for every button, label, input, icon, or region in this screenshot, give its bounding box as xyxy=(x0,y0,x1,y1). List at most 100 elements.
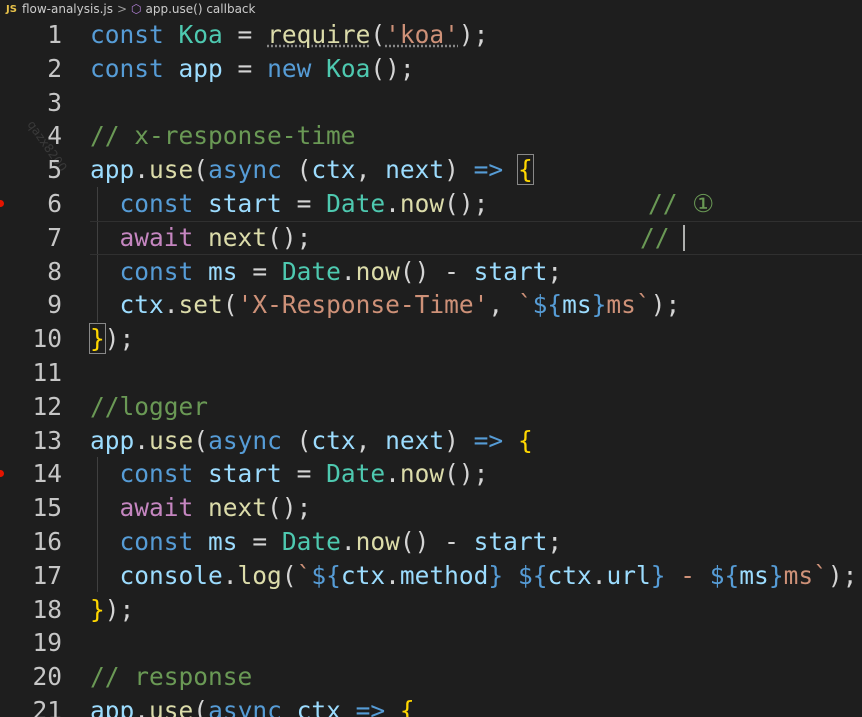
line-source[interactable]: const app = new Koa(); xyxy=(90,52,415,86)
code-token: Date xyxy=(281,526,341,556)
code-line-5[interactable]: 5 app.use(async (ctx, next) => { xyxy=(0,153,862,187)
code-token: ctx xyxy=(340,560,386,590)
code-line-7[interactable]: 7 await next(); xyxy=(0,221,862,255)
code-token: . xyxy=(134,425,150,455)
breadcrumb-file[interactable]: flow-analysis.js xyxy=(22,2,113,16)
code-line-18[interactable]: 18}); xyxy=(0,593,862,627)
line-number[interactable]: 3 xyxy=(0,86,62,120)
line-number[interactable]: 8 xyxy=(0,255,62,289)
line-source[interactable]: }); xyxy=(89,322,135,356)
code-token: next xyxy=(208,222,268,252)
line-source[interactable]: await next(); xyxy=(90,491,312,525)
line-source[interactable]: app.use(async (ctx, next) => { xyxy=(90,424,533,458)
code-token: app xyxy=(90,695,135,717)
code-line-15[interactable]: 15 await next(); xyxy=(0,491,862,525)
line-number[interactable]: 11 xyxy=(0,356,62,390)
line-source[interactable]: const ms = Date.now() - start; xyxy=(90,525,563,559)
code-token: } xyxy=(488,560,504,590)
code-line-8[interactable]: 8 const ms = Date.now() - start; xyxy=(0,255,862,289)
code-token: . xyxy=(340,256,356,286)
code-line-2[interactable]: 2 const app = new Koa(); xyxy=(0,52,862,86)
line-source[interactable]: // response xyxy=(90,660,252,694)
line-source[interactable]: }); xyxy=(90,593,134,627)
breadcrumb-symbol[interactable]: app.use() callback xyxy=(146,2,256,16)
code-line-16[interactable]: 16 const ms = Date.now() - start; xyxy=(0,525,862,559)
code-line-3[interactable]: 3 xyxy=(0,86,862,120)
line-source[interactable]: ctx.set('X-Response-Time', `${ms}ms`); xyxy=(90,288,681,322)
line-source[interactable]: app.use(async ctx => { xyxy=(90,694,415,717)
line-source[interactable]: const start = Date.now(); xyxy=(90,187,489,221)
code-line-6[interactable]: 6 const start = Date.now(); xyxy=(0,187,862,221)
code-token: ms xyxy=(208,526,238,556)
code-token: () - xyxy=(399,526,474,556)
code-line-13[interactable]: 13 app.use(async (ctx, next) => { xyxy=(0,424,862,458)
code-line-20[interactable]: 20 // response xyxy=(0,660,862,694)
line-number[interactable]: 12 xyxy=(0,390,62,424)
code-line-10[interactable]: 10}); xyxy=(0,322,862,356)
code-token: } xyxy=(90,594,105,624)
code-line-21[interactable]: 21 app.use(async ctx => { xyxy=(0,694,862,717)
code-token: ctx xyxy=(311,155,356,185)
line-source[interactable]: const start = Date.now(); xyxy=(90,457,489,491)
code-token: (); xyxy=(444,188,489,218)
line-number[interactable]: 18 xyxy=(0,593,62,627)
line-source[interactable]: const Koa = require('koa'); xyxy=(90,18,488,52)
code-token: = xyxy=(281,459,327,489)
line-source[interactable]: await next(); xyxy=(90,221,312,255)
code-line-17[interactable]: 17 console.log(`${ctx.method} ${ctx.url}… xyxy=(0,559,862,593)
line-number[interactable]: 21 xyxy=(0,694,62,717)
line-number[interactable]: 9 xyxy=(0,288,62,322)
line-number[interactable]: 14 xyxy=(0,457,62,491)
code-token: ) xyxy=(444,425,474,455)
line-number[interactable]: 6 xyxy=(0,187,62,221)
code-token: 'X-Response-Time' xyxy=(237,290,489,320)
line-number[interactable]: 4 xyxy=(0,119,62,153)
line-source[interactable]: const ms = Date.now() - start; xyxy=(90,255,563,289)
code-token: start xyxy=(473,526,548,556)
code-token: ${ xyxy=(311,560,341,590)
code-line-11[interactable]: 11 xyxy=(0,356,862,390)
code-token: ctx xyxy=(296,695,341,717)
line-number[interactable]: 5 xyxy=(0,153,62,187)
line-source[interactable]: app.use(async (ctx, next) => { xyxy=(90,153,534,187)
line-source[interactable]: // x-response-time xyxy=(90,119,356,153)
code-line-14[interactable]: 14 const start = Date.now(); xyxy=(0,457,862,491)
line-number[interactable]: 16 xyxy=(0,525,62,559)
code-area[interactable]: // ① // 1 const Koa = require('koa'); 2 con… xyxy=(0,18,862,717)
code-token: new xyxy=(267,53,312,83)
line-number[interactable]: 2 xyxy=(0,52,62,86)
code-line-9[interactable]: 9 ctx.set('X-Response-Time', `${ms}ms`); xyxy=(0,288,862,322)
code-editor[interactable]: JS flow-analysis.js > ⬡ app.use() callba… xyxy=(0,0,862,717)
line-number[interactable]: 13 xyxy=(0,424,62,458)
code-line-4[interactable]: 4 // x-response-time xyxy=(0,119,862,153)
line-number[interactable]: 17 xyxy=(0,559,62,593)
code-line-19[interactable]: 19 xyxy=(0,626,862,660)
line-number[interactable]: 1 xyxy=(0,18,62,52)
code-token: console xyxy=(119,560,223,590)
code-token: => xyxy=(473,425,504,455)
javascript-file-icon: JS xyxy=(6,3,17,15)
code-line-1[interactable]: 1 const Koa = require('koa'); xyxy=(0,18,862,52)
code-token: (); xyxy=(444,459,489,489)
line-number[interactable]: 10 xyxy=(0,322,62,356)
code-token: ; xyxy=(547,256,563,286)
code-line-12[interactable]: 12 //logger xyxy=(0,390,862,424)
line-number[interactable]: 20 xyxy=(0,660,62,694)
line-number[interactable]: 15 xyxy=(0,491,62,525)
code-token: method xyxy=(399,560,489,590)
line-source[interactable]: console.log(`${ctx.method} ${ctx.url} - … xyxy=(90,559,858,593)
code-token: ); xyxy=(104,324,135,354)
line-number[interactable]: 7 xyxy=(0,221,62,255)
line-number[interactable]: 19 xyxy=(0,626,62,660)
line-source[interactable]: //logger xyxy=(90,390,208,424)
